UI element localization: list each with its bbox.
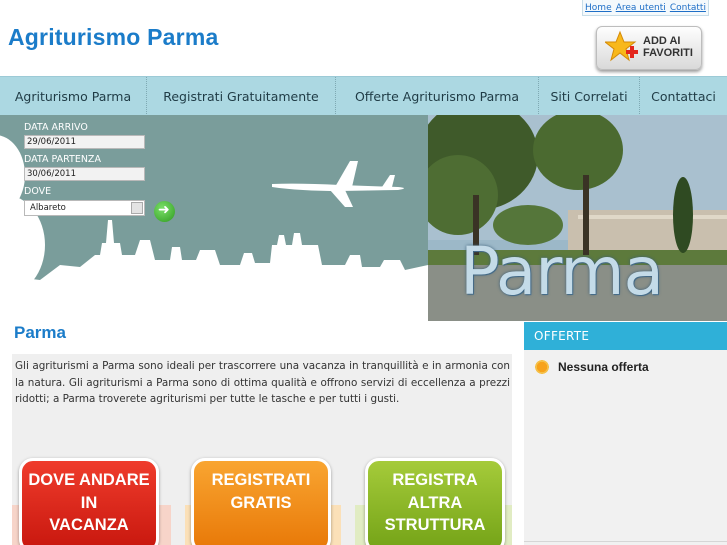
contatti-link[interactable]: Contatti [670,3,706,13]
nav-offerte-agriturismo-parma[interactable]: Offerte Agriturismo Parma [336,77,539,116]
divider [524,541,727,542]
star-plus-icon [605,30,638,62]
page: Home Area utenti Contatti Agriturismo Pa… [0,0,727,545]
cta-line: REGISTRATI [211,471,311,489]
offers-panel [524,350,727,545]
nav-agriturismo-parma[interactable]: Agriturismo Parma [0,77,147,116]
airplane-icon [272,161,404,207]
arrow-right-icon: ➜ [158,202,170,218]
cta-line: DOVE ANDARE [28,471,150,489]
add-to-favorites-button[interactable]: ADD AI FAVORITI [596,26,702,70]
departure-date-input[interactable] [24,167,145,181]
photo-caption: Parma [460,233,664,310]
arrival-date-input[interactable] [24,135,145,149]
main-nav: Agriturismo Parma Registrati Gratuitamen… [0,76,727,116]
intro-text: Gli agriturismi a Parma sono ideali per … [15,360,510,405]
registra-altra-struttura-button[interactable]: REGISTRA ALTRA STRUTTURA [365,458,505,545]
site-title[interactable]: Agriturismo Parma [8,24,218,51]
cta-line: ALTRA [407,493,463,512]
favorites-line2: FAVORITI [643,47,693,59]
registrati-gratis-button[interactable]: REGISTRATI GRATIS [191,458,331,545]
parma-photo: Parma [428,115,727,321]
where-label: DOVE [24,186,52,197]
offers-heading: OFFERTE [524,322,727,350]
nav-siti-correlati[interactable]: Siti Correlati [539,77,640,116]
cta-line: STRUTTURA [384,516,486,534]
cta-line: GRATIS [230,493,292,512]
home-link[interactable]: Home [585,3,612,13]
cta-line: VACANZA [49,516,129,534]
page-heading: Parma [14,323,66,342]
dropdown-arrow-icon[interactable] [131,202,143,214]
top-links: Home Area utenti Contatti [582,0,709,16]
cta-line: IN [80,493,98,512]
departure-label: DATA PARTENZA [24,154,101,165]
arrival-label: DATA ARRIVO [24,122,88,133]
favorites-label: ADD AI FAVORITI [643,35,693,59]
offer-text: Nessuna offerta [558,360,649,374]
nav-contattaci[interactable]: Contattaci [640,77,727,116]
dove-andare-in-vacanza-button[interactable]: DOVE ANDARE IN VACANZA [19,458,159,545]
area-utenti-link[interactable]: Area utenti [616,3,666,13]
cta-line: REGISTRA [392,471,478,489]
sun-icon [534,359,550,375]
where-select[interactable]: Albareto [24,200,145,216]
offer-item: Nessuna offerta [534,359,649,375]
nav-registrati-gratuitamente[interactable]: Registrati Gratuitamente [147,77,336,116]
search-panel: DATA ARRIVO DATA PARTENZA DOVE Albareto … [0,115,428,321]
search-go-button[interactable]: ➜ [154,201,175,222]
where-select-value: Albareto [30,203,66,213]
favorites-line1: ADD AI [643,35,681,47]
